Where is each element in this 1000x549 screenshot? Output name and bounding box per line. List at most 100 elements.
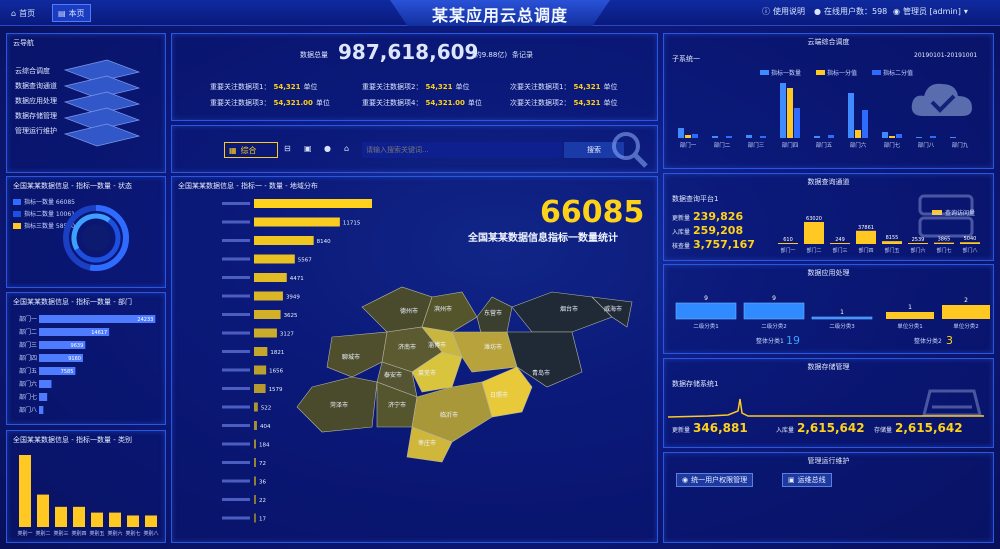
region-bar — [254, 199, 372, 208]
dept-title: 全国某某数据信息 - 指标一数量 - 部门 — [13, 298, 132, 306]
region-name-placeholder — [222, 498, 250, 501]
query-value-label: 8155 — [886, 235, 899, 241]
map-city-label: 滨州市 — [434, 305, 452, 313]
summary-item-value: 54,321 — [273, 83, 301, 91]
query-stat-value: 239,826 — [693, 210, 744, 223]
summary-item-value: 54,321 — [573, 83, 601, 91]
map-region[interactable] — [451, 331, 518, 373]
query-bar — [960, 242, 980, 244]
query-stat-label: 核查量 — [672, 243, 691, 250]
help-link[interactable]: ⓘ 使用说明 — [762, 6, 805, 17]
query-value-label: 249 — [835, 237, 845, 243]
big-number: 66085 — [540, 195, 645, 230]
nav-item[interactable]: 数据应用处理 — [15, 96, 57, 106]
tab-home[interactable]: ⌂ 首页 — [6, 4, 40, 22]
region-bar — [254, 236, 314, 245]
region-bar — [254, 291, 283, 301]
apply-bar-label: 单位分类1 — [897, 322, 923, 330]
category-bar — [127, 515, 139, 527]
category-bar — [91, 512, 103, 527]
region-bar — [254, 310, 281, 319]
storage-panel: 数据存储管理 数据存储系统1 更新量 346,881 入库量 2,615,642 存储量… — [663, 358, 994, 448]
apply-panel: 数据应用处理 9 二级分类1 9 二级分类2 1 二级分类3 整体分类1 19 1 单位分类1 2 单… — [663, 264, 994, 354]
tab-general[interactable]: ▦ 综合 — [224, 142, 278, 158]
dept-bar — [39, 406, 44, 414]
grid-icon: ▦ — [229, 145, 237, 155]
card-icon[interactable]: ▣ — [304, 144, 312, 153]
user-permission-button[interactable]: ◉ 统一用户权限管理 — [676, 473, 754, 487]
region-name-placeholder — [222, 202, 250, 205]
total-value: 987,618,609 — [338, 40, 479, 64]
query-panel: 数据查询通道 数据查询平台1 更新量 239,826 入库量 259,208 核查量 3,… — [663, 173, 994, 261]
apply-bar — [675, 302, 737, 320]
category-bar — [145, 515, 157, 527]
admin-icon: ◉ — [893, 7, 900, 16]
apply-bar-label: 二级分类3 — [829, 322, 855, 330]
dept-category-label: 部门一 — [19, 315, 37, 323]
apply-total-label: 整体分类2 — [914, 337, 942, 345]
search-panel: ▦综合 ⊟ ▣ ● ⌂ 搜索 — [171, 125, 658, 173]
category-bar — [37, 494, 49, 527]
nav-item[interactable]: 数据查询通道 — [15, 81, 57, 91]
person-icon[interactable]: ● — [324, 144, 331, 153]
dept-category-label: 部门八 — [19, 406, 37, 414]
cloud-bar — [916, 137, 922, 138]
dept-bar-chart: 部门一 24233 部门二 14617 部门三 9639 部门四 9160 部门五 7585 部门六… — [19, 315, 156, 414]
bank-icon[interactable]: ⌂ — [344, 144, 349, 153]
map-region[interactable] — [361, 286, 433, 333]
apply-bar-label: 单位分类2 — [953, 322, 979, 330]
map-region[interactable] — [476, 296, 513, 338]
cloud-bar — [746, 135, 752, 138]
user-icon: ● — [814, 7, 821, 16]
nav-item[interactable]: 管理运行维护 — [15, 126, 57, 136]
dept-category-label: 部门二 — [19, 328, 37, 336]
apply-total-value: 19 — [786, 334, 800, 347]
cloud-subtitle: 子系统一 — [672, 55, 700, 63]
dept-category-label: 部门五 — [19, 367, 37, 375]
region-name-placeholder — [222, 331, 250, 335]
category-bar — [73, 506, 85, 527]
region-value-label: 5567 — [298, 258, 312, 264]
query-category-label: 部门四 — [858, 247, 873, 254]
query-category-label: 部门七 — [936, 247, 951, 254]
map-city-label: 济宁市 — [388, 401, 406, 409]
apply-bar — [942, 305, 990, 319]
cloud-nav-panel: 云导航 云综合调度 数据查询通道 数据应用处理 数据存储管理 管理运行维护 — [6, 33, 166, 173]
legend-swatch — [13, 222, 21, 229]
map-city-label: 东营市 — [484, 309, 502, 317]
apply-bar — [811, 316, 873, 320]
map-city-label: 威海市 — [604, 305, 622, 313]
query-value-label: 63020 — [806, 216, 822, 222]
summary-item: 重要关注数据项4： 54,321.00 单位 — [362, 98, 482, 108]
region-value-label: 36 — [259, 480, 266, 486]
admin-menu[interactable]: ◉ 管理员 [admin] ▾ — [893, 6, 968, 17]
cloud-panel: 云端综合调度 子系统一 20190101-20191001 指标一数量 指标一分值… — [663, 33, 994, 169]
cloud-bar — [760, 136, 766, 138]
total-suffix: 条记录 — [512, 51, 533, 59]
cloud-category-label: 部门七 — [884, 141, 901, 149]
top-bar: ⌂ 首页 ▤ 本页 某某应用云总调度 ⓘ 使用说明 ● 在线用户数：598 ◉ 管理员… — [0, 0, 1000, 26]
tab-current[interactable]: ▤ 本页 — [52, 4, 91, 22]
storage-stat-value: 346,881 — [693, 421, 748, 435]
dept-value-label: 7585 — [61, 369, 74, 375]
search-input[interactable] — [362, 142, 562, 158]
query-value-label: 3865 — [938, 237, 951, 243]
disk-icon[interactable]: ⊟ — [284, 144, 291, 153]
apply-total-label: 整体分类1 — [756, 337, 784, 345]
summary-item: 重要关注数据项1： 54,321 单位 — [210, 82, 317, 92]
cloud-bar — [726, 136, 732, 138]
category-label: 类别四 — [71, 530, 86, 537]
cloud-bar — [828, 135, 834, 138]
cloud-bar — [862, 110, 868, 138]
region-bar — [254, 217, 340, 227]
nav-item[interactable]: 云综合调度 — [15, 66, 50, 76]
region-name-placeholder — [222, 313, 250, 316]
nav-item[interactable]: 数据存储管理 — [15, 111, 57, 121]
query-title: 数据查询通道 — [807, 178, 850, 186]
summary-item-value: 54,321 — [425, 83, 453, 91]
summary-item-label: 重要关注数据项4： — [362, 99, 423, 107]
dept-value-label: 9639 — [71, 343, 84, 349]
apply-bar — [886, 312, 934, 319]
region-bar — [254, 384, 266, 393]
ops-bus-button[interactable]: ▣ 运维总线 — [782, 473, 832, 487]
